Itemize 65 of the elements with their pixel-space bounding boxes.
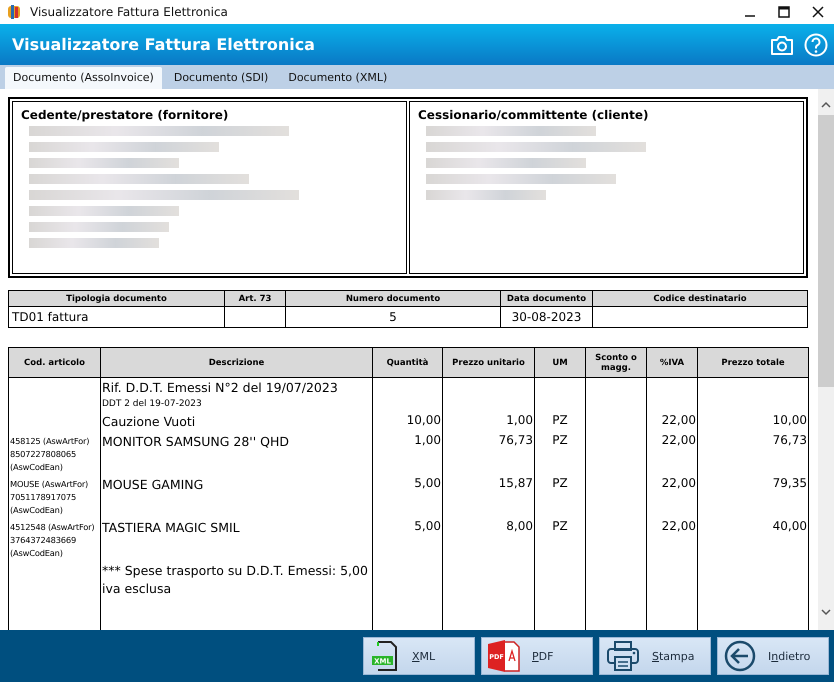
column-header: Numero documento: [286, 290, 500, 306]
column-header: UM: [534, 348, 586, 378]
table-cell: 15,87: [498, 476, 533, 490]
table-cell: 1,00: [506, 413, 533, 427]
table-cell: 8,00: [506, 519, 533, 533]
close-icon[interactable]: [812, 6, 824, 18]
table-cell: TD01 fattura: [8, 306, 224, 328]
party-title: Cedente/prestatore (fornitore): [21, 108, 230, 122]
column-header: Cod. articolo: [8, 348, 100, 378]
tab[interactable]: Documento (AssoInvoice): [5, 67, 162, 89]
tab[interactable]: Documento (SDI): [166, 67, 276, 89]
table-cell: 22,00: [662, 519, 696, 533]
column-header: Sconto o magg.: [586, 348, 646, 378]
table-cell: 22,00: [662, 433, 696, 447]
printer-icon: [606, 640, 640, 672]
scroll-up-icon[interactable]: [821, 101, 831, 109]
column-header: Prezzo totale: [698, 348, 808, 378]
party-title: Cessionario/committente (cliente): [418, 108, 650, 122]
column-header: %IVA: [646, 348, 698, 378]
item-description: Rif. D.D.T. Emessi N°2 del 19/07/2023: [102, 379, 339, 397]
column-header: Data documento: [500, 290, 592, 306]
column-header: Descrizione: [100, 348, 372, 378]
table-cell: 79,35: [772, 476, 807, 490]
table-cell: 10,00: [772, 413, 807, 427]
item-code: MOUSE (AswArtFor) 7051178917075 (AswCodEan): [10, 479, 88, 515]
table-cell: 76,73: [772, 433, 807, 447]
item-description: MOUSE GAMING: [102, 476, 204, 494]
item-code: 4512548 (AswArtFor) 3764372483669 (AswCodEan): [10, 522, 94, 558]
scrollbar[interactable]: [818, 89, 834, 630]
tab[interactable]: Documento (XML): [280, 67, 396, 89]
scroll-down-icon[interactable]: [821, 608, 831, 616]
item-code: 458125 (AswArtFor) 8507227808065 (AswCodEan): [10, 436, 90, 472]
table-cell: 30-08-2023: [500, 306, 592, 328]
item-description: *** Spese trasporto su D.D.T. Emessi: 5,00 iva esclusa: [102, 562, 369, 598]
table-cell: 40,00: [772, 519, 807, 533]
item-description: MONITOR SAMSUNG 28'' QHD: [102, 433, 290, 451]
table-cell: PZ: [552, 433, 568, 447]
table-cell: 5,00: [414, 476, 441, 490]
item-description: TASTIERA MAGIC SMIL: [102, 519, 241, 537]
scroll-thumb[interactable]: [818, 115, 834, 387]
maximize-icon[interactable]: [778, 6, 790, 18]
table-cell: 22,00: [662, 413, 696, 427]
toolbar-button[interactable]: Indietro: [717, 637, 829, 675]
column-header: Art. 73: [224, 290, 286, 306]
table-cell: 5,00: [414, 519, 441, 533]
toolbar-button[interactable]: Stampa: [599, 637, 711, 675]
table-cell: PZ: [552, 476, 568, 490]
table-cell: PZ: [552, 413, 568, 427]
app-icon: [6, 4, 22, 20]
table-cell: 10,00: [406, 413, 441, 427]
table-cell: PZ: [552, 519, 568, 533]
item-description: Cauzione Vuoti: [102, 413, 196, 431]
table-cell: 1,00: [414, 433, 441, 447]
window-title: Visualizzatore Fattura Elettronica: [30, 5, 229, 19]
camera-icon[interactable]: [770, 34, 794, 56]
column-header: Quantità: [372, 348, 442, 378]
column-header: Tipologia documento: [8, 290, 224, 306]
table-cell: 22,00: [662, 476, 696, 490]
table-cell: 5: [286, 306, 500, 328]
column-header: Prezzo unitario: [442, 348, 534, 378]
help-icon[interactable]: [804, 32, 828, 56]
item-note: DDT 2 del 19-07-2023: [102, 398, 203, 411]
table-cell: 76,73: [498, 433, 533, 447]
column-header: Codice destinatario: [592, 290, 808, 306]
app-title: Visualizzatore Fattura Elettronica: [12, 35, 316, 54]
